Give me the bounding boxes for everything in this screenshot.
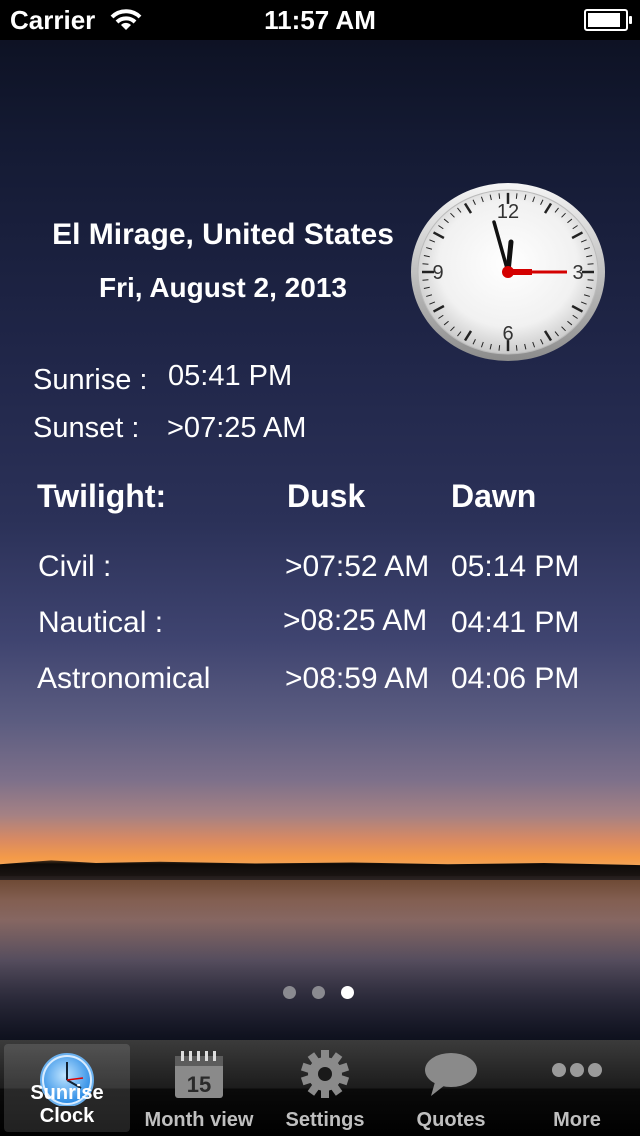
nautical-dusk: >08:25 AM [283, 604, 428, 637]
more-dots-icon [552, 1063, 602, 1077]
nautical-label: Nautical : [38, 606, 164, 639]
astronomical-dawn: 04:06 PM [451, 662, 580, 695]
astronomical-label: Astronomical [37, 662, 211, 695]
page-dot[interactable] [312, 986, 325, 999]
tab-label: Quotes [416, 1109, 486, 1131]
sunset-label: Sunset : [33, 412, 140, 444]
location-title: El Mirage, United States [52, 218, 394, 251]
clock-tick [515, 345, 518, 351]
battery-icon [584, 9, 632, 31]
dusk-header: Dusk [287, 478, 366, 514]
gear-tooth [321, 1050, 329, 1060]
page-indicator[interactable] [283, 986, 354, 999]
clock-tick [587, 279, 594, 281]
astronomical-dusk: >08:59 AM [285, 662, 430, 695]
clock-numeral-3: 3 [572, 262, 583, 284]
clock-tick [587, 263, 594, 265]
tab-label: Sunrise Clock [30, 1082, 104, 1127]
clock-tick [422, 279, 429, 281]
civil-dawn: 05:14 PM [451, 550, 580, 583]
clock-numeral-6: 6 [502, 323, 513, 345]
tab-settings[interactable]: Settings [262, 1040, 388, 1136]
calendar-day: 15 [187, 1072, 211, 1097]
sunrise-label: Sunrise : [33, 364, 148, 396]
clock-numeral-9: 9 [432, 262, 443, 284]
twilight-title: Twilight: [37, 478, 167, 514]
analog-clock: 12 3 6 9 [411, 183, 605, 361]
nautical-dawn: 04:41 PM [451, 606, 580, 639]
clock-tick [515, 193, 518, 199]
clock-tick [498, 193, 501, 199]
tab-month-view[interactable]: 15 Month view [136, 1040, 262, 1136]
page-dot-active[interactable] [341, 986, 354, 999]
tab-quotes[interactable]: Quotes [388, 1040, 514, 1136]
tab-label: Settings [285, 1109, 365, 1131]
tab-label: Month view [144, 1109, 254, 1131]
water-reflection [0, 880, 640, 1040]
tab-label: More [553, 1109, 601, 1131]
gear-icon [300, 1050, 350, 1098]
calendar-icon: 15 [175, 1051, 223, 1098]
clock-tick [498, 345, 501, 351]
civil-dusk: >07:52 AM [285, 550, 430, 583]
status-time: 11:57 AM [264, 5, 376, 35]
tab-sunrise-clock[interactable]: Sunrise Clock [4, 1044, 130, 1132]
page-dot[interactable] [283, 986, 296, 999]
tab-more[interactable]: More [514, 1040, 640, 1136]
speech-bubble-icon [425, 1053, 477, 1096]
civil-label: Civil : [38, 550, 112, 583]
dawn-header: Dawn [451, 478, 537, 514]
tab-bar: Sunrise Clock 15 Month view Settings Quo… [0, 1040, 640, 1136]
status-bar: Carrier 11:57 AM [0, 0, 640, 40]
sunset-value: >07:25 AM [167, 412, 307, 444]
clock-tick [422, 263, 429, 265]
sunrise-row: Sunrise : 05:41 PM [33, 360, 292, 397]
sunset-row: Sunset : >07:25 AM [33, 412, 306, 445]
gear-tooth [321, 1088, 329, 1098]
date-label: Fri, August 2, 2013 [99, 272, 347, 303]
clock-numeral-12: 12 [497, 201, 519, 223]
sunrise-value: 05:41 PM [168, 360, 293, 392]
